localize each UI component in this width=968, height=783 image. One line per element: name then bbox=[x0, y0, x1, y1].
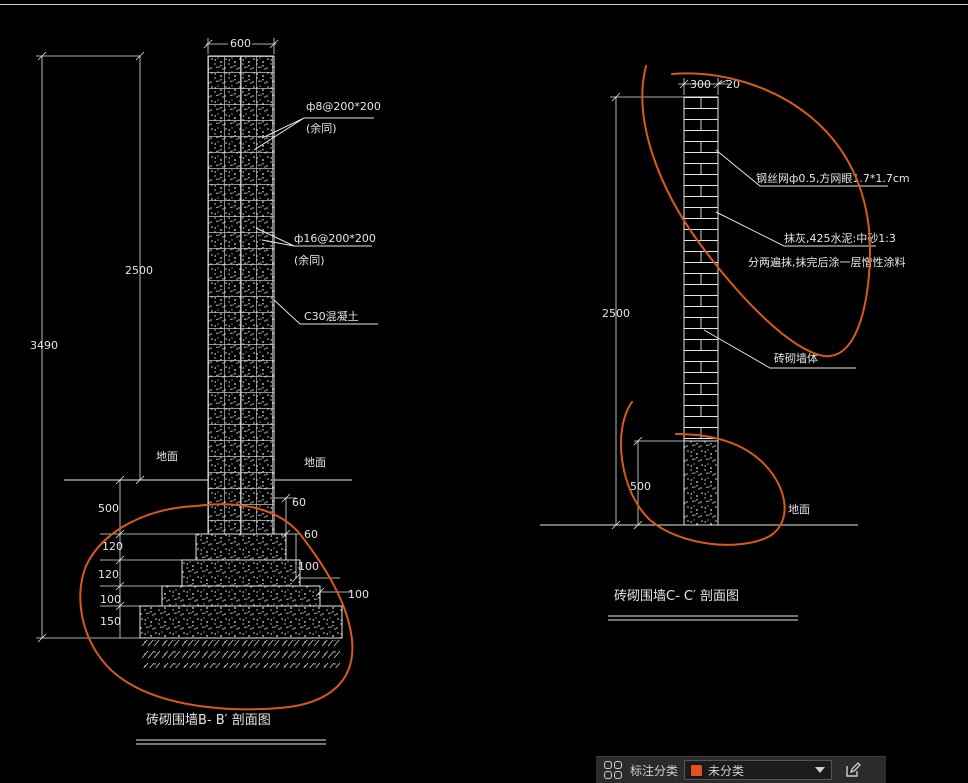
right-ground-label: 地面 bbox=[788, 503, 810, 516]
footing-dim-left-2: 120 bbox=[102, 540, 123, 553]
footing-step-2 bbox=[181, 559, 301, 587]
rebar-1-label: ф8@200*200 bbox=[306, 100, 381, 113]
footing-step-1 bbox=[195, 533, 287, 561]
ground-label-right: 地面 bbox=[304, 456, 326, 469]
footing-dim-right-3: 100 bbox=[298, 560, 319, 573]
toolbar-label: 标注分类 bbox=[630, 763, 679, 778]
left-dim-total-height: 3490 bbox=[30, 339, 58, 352]
rebar-2-label: ф16@200*200 bbox=[294, 232, 376, 245]
category-selected-value: 未分类 bbox=[708, 763, 745, 778]
chevron-down-icon bbox=[815, 767, 826, 773]
brick-wall bbox=[683, 96, 719, 442]
footing-dim-right-4: 100 bbox=[348, 588, 369, 601]
mesh-label: 钢丝网ф0.5,方网眼1.7*1.7cm bbox=[756, 171, 910, 185]
edit-icon[interactable] bbox=[844, 761, 862, 779]
right-dim-base-height: 500 bbox=[630, 480, 651, 493]
left-dim-wall-height: 2500 bbox=[125, 264, 153, 277]
right-dim-wall-height: 2500 bbox=[602, 307, 630, 320]
right-section-drawing bbox=[540, 78, 888, 530]
grid-icon[interactable] bbox=[604, 761, 622, 779]
soil-hatch bbox=[140, 640, 342, 668]
right-dim-top-width: 300 bbox=[690, 78, 711, 91]
footing-dim-left-4: 100 bbox=[100, 593, 121, 606]
left-section-title: 砖砌围墙B- B′ 剖面图 bbox=[146, 713, 271, 728]
left-dim-top-width: 600 bbox=[230, 37, 251, 50]
category-select[interactable]: 未分类 bbox=[684, 760, 833, 780]
footing-base bbox=[139, 605, 343, 639]
plaster-label: 抹灰,425水泥:中砂1:3 bbox=[784, 231, 896, 245]
brick-wall-base bbox=[683, 440, 719, 526]
right-section-title: 砖砌围墙C- C′ 剖面图 bbox=[614, 589, 739, 604]
footing-dim-left-5: 150 bbox=[100, 615, 121, 628]
footing-dim-right-2: 60 bbox=[304, 528, 318, 541]
footing-dim-left-1: 500 bbox=[98, 502, 119, 515]
footing-step-3 bbox=[161, 585, 321, 607]
rebar-1-note: (余同) bbox=[306, 121, 337, 135]
rebar-2-note: (余同) bbox=[294, 253, 325, 267]
category-color-swatch bbox=[690, 763, 704, 777]
markup-circle-right-wall bbox=[641, 65, 871, 358]
footing-dim-left-3: 120 bbox=[98, 568, 119, 581]
cad-drawing-canvas: 600 3490 2500 ф8@200*200 (余同) ф16@200*20… bbox=[30, 37, 910, 745]
footing-dim-right-1: 60 bbox=[292, 496, 306, 509]
annotation-category-toolbar: 标注分类 未分类 bbox=[596, 756, 886, 783]
concrete-label: C30混凝土 bbox=[304, 309, 359, 323]
coating-label: 分两遍抹,抹完后涂一层憎性涂料 bbox=[748, 255, 906, 269]
ground-label-left: 地面 bbox=[156, 450, 178, 463]
